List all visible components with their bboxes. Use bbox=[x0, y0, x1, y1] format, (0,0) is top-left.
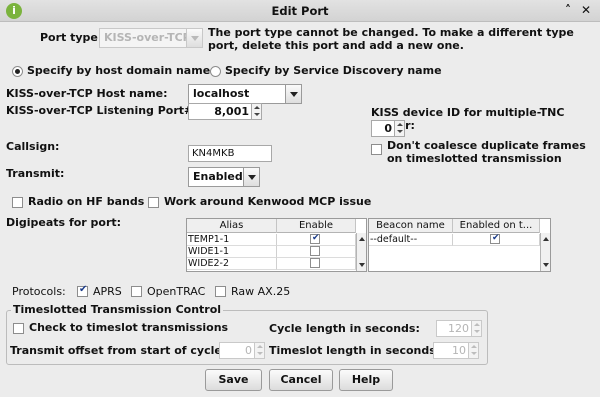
radio-hf-label[interactable]: Radio on HF bands bbox=[28, 195, 144, 208]
radio-host-domain[interactable] bbox=[12, 66, 23, 77]
enable-cell[interactable] bbox=[277, 258, 356, 270]
offset-value: 0 bbox=[245, 344, 252, 357]
offset-spinner[interactable]: 0 bbox=[219, 342, 265, 359]
column-header-enable[interactable]: Enable bbox=[277, 219, 356, 233]
spinner-arrows-icon[interactable] bbox=[468, 343, 478, 358]
digipeats-label: Digipeats for port: bbox=[6, 216, 122, 229]
aprs-label[interactable]: APRS bbox=[93, 285, 122, 298]
digipeats-table-header: Alias Enable bbox=[187, 219, 356, 233]
radio-service-discovery[interactable] bbox=[210, 66, 221, 77]
port-type-label: Port type bbox=[40, 31, 98, 44]
kiss-device-spinner[interactable]: 0 bbox=[371, 120, 405, 137]
host-name-label: KISS-over-TCP Host name: bbox=[6, 87, 168, 100]
kiss-device-label: KISS device ID for multiple-TNC server: bbox=[371, 106, 565, 132]
radio-service-discovery-label[interactable]: Specify by Service Discovery name bbox=[225, 64, 442, 77]
aprs-checkbox[interactable] bbox=[77, 284, 88, 297]
column-header-enabled-on[interactable]: Enabled on t... bbox=[453, 219, 540, 233]
beacon-enabled-checkbox[interactable] bbox=[490, 234, 500, 244]
callsign-label: Callsign: bbox=[6, 140, 60, 153]
beacons-scrollbar[interactable] bbox=[540, 233, 550, 271]
timeslot-group-label: Timeslotted Transmission Control bbox=[11, 303, 224, 316]
transmit-label: Transmit: bbox=[6, 167, 65, 180]
timeslot-length-spinner[interactable]: 10 bbox=[433, 342, 479, 359]
enable-checkbox[interactable] bbox=[310, 234, 320, 244]
port-type-note: The port type cannot be changed. To make… bbox=[208, 26, 574, 52]
radio-host-domain-label[interactable]: Specify by host domain name bbox=[27, 64, 210, 77]
enable-checkbox[interactable] bbox=[310, 258, 320, 268]
enable-cell[interactable] bbox=[277, 234, 356, 246]
scroll-up-icon[interactable] bbox=[543, 237, 549, 241]
raw-ax25-checkbox[interactable] bbox=[215, 286, 226, 297]
chevron-down-icon[interactable] bbox=[285, 85, 301, 103]
beacons-table-header: Beacon name Enabled on t... bbox=[369, 219, 540, 233]
port-type-select: KISS-over-TCP bbox=[99, 28, 203, 48]
listen-port-label: KISS-over-TCP Listening Port#: bbox=[6, 104, 198, 117]
column-header-beacon-name[interactable]: Beacon name bbox=[369, 219, 453, 233]
digipeats-table[interactable]: Alias Enable TEMP1-1 WIDE1-1 WIDE2-2 bbox=[186, 218, 367, 272]
column-header-alias[interactable]: Alias bbox=[187, 219, 277, 233]
digipeats-scrollbar[interactable] bbox=[356, 233, 366, 271]
transmit-combo[interactable]: Enabled bbox=[188, 167, 260, 187]
radio-hf-checkbox[interactable] bbox=[12, 197, 23, 208]
raw-ax25-label[interactable]: Raw AX.25 bbox=[231, 285, 290, 298]
offset-label: Transmit offset from start of cycle: bbox=[10, 344, 227, 357]
table-row[interactable]: WIDE2-2 bbox=[187, 258, 356, 270]
coalesce-checkbox[interactable] bbox=[371, 144, 382, 155]
timeslot-length-label: Timeslot length in seconds: bbox=[269, 344, 441, 357]
cycle-length-label: Cycle length in seconds: bbox=[269, 322, 420, 335]
port-type-value: KISS-over-TCP bbox=[104, 31, 191, 44]
timeslot-checkbox[interactable] bbox=[13, 323, 24, 334]
scroll-down-icon[interactable] bbox=[359, 263, 365, 267]
cancel-button[interactable]: Cancel bbox=[269, 369, 333, 391]
help-button[interactable]: Help bbox=[339, 369, 393, 391]
save-button[interactable]: Save bbox=[205, 369, 262, 391]
callsign-input[interactable]: KN4MKB bbox=[188, 145, 272, 162]
beacons-table[interactable]: Beacon name Enabled on t... --default-- bbox=[368, 218, 551, 272]
alias-cell[interactable]: WIDE2-2 bbox=[187, 258, 277, 270]
listen-port-spinner[interactable]: 8,001 bbox=[188, 103, 262, 120]
timeslot-check-label[interactable]: Check to timeslot transmissions bbox=[29, 321, 228, 334]
chevron-down-icon[interactable] bbox=[243, 168, 259, 186]
window-title: Edit Port bbox=[271, 4, 329, 18]
title-bar: i Edit Port ˄ ✕ bbox=[0, 0, 600, 22]
enable-checkbox[interactable] bbox=[310, 246, 320, 256]
table-row[interactable]: WIDE1-1 bbox=[187, 246, 356, 258]
transmit-value: Enabled bbox=[193, 170, 243, 183]
close-icon[interactable]: ✕ bbox=[579, 3, 593, 17]
table-row[interactable]: TEMP1-1 bbox=[187, 234, 356, 246]
protocols-label: Protocols: bbox=[12, 285, 66, 298]
timeslot-length-value: 10 bbox=[452, 344, 466, 357]
scroll-up-icon[interactable] bbox=[359, 237, 365, 241]
opentrac-checkbox[interactable] bbox=[131, 286, 142, 297]
cycle-length-value: 120 bbox=[448, 322, 469, 335]
chevron-up-icon[interactable]: ˄ bbox=[561, 3, 575, 17]
enable-cell[interactable] bbox=[277, 246, 356, 258]
spinner-arrows-icon[interactable] bbox=[394, 121, 404, 136]
beacon-enabled-cell[interactable] bbox=[453, 234, 540, 246]
spinner-arrows-icon[interactable] bbox=[254, 343, 264, 358]
kenwood-label[interactable]: Work around Kenwood MCP issue bbox=[164, 195, 371, 208]
beacon-name-cell[interactable]: --default-- bbox=[369, 234, 453, 246]
host-name-combo[interactable]: localhost bbox=[188, 84, 302, 104]
spinner-arrows-icon[interactable] bbox=[471, 321, 481, 336]
spinner-arrows-icon[interactable] bbox=[251, 104, 261, 119]
host-name-value: localhost bbox=[193, 87, 250, 100]
table-row[interactable]: --default-- bbox=[369, 234, 540, 246]
alias-cell[interactable]: WIDE1-1 bbox=[187, 246, 277, 258]
opentrac-label[interactable]: OpenTRAC bbox=[147, 285, 205, 298]
listen-port-value: 8,001 bbox=[214, 105, 249, 118]
kiss-device-value: 0 bbox=[384, 122, 392, 135]
cycle-length-spinner[interactable]: 120 bbox=[436, 320, 482, 337]
coalesce-label[interactable]: Don't coalesce duplicate frames on times… bbox=[387, 139, 592, 165]
alias-cell[interactable]: TEMP1-1 bbox=[187, 234, 277, 246]
scroll-down-icon[interactable] bbox=[543, 263, 549, 267]
kenwood-checkbox[interactable] bbox=[148, 197, 159, 208]
chevron-down-icon bbox=[186, 29, 202, 47]
